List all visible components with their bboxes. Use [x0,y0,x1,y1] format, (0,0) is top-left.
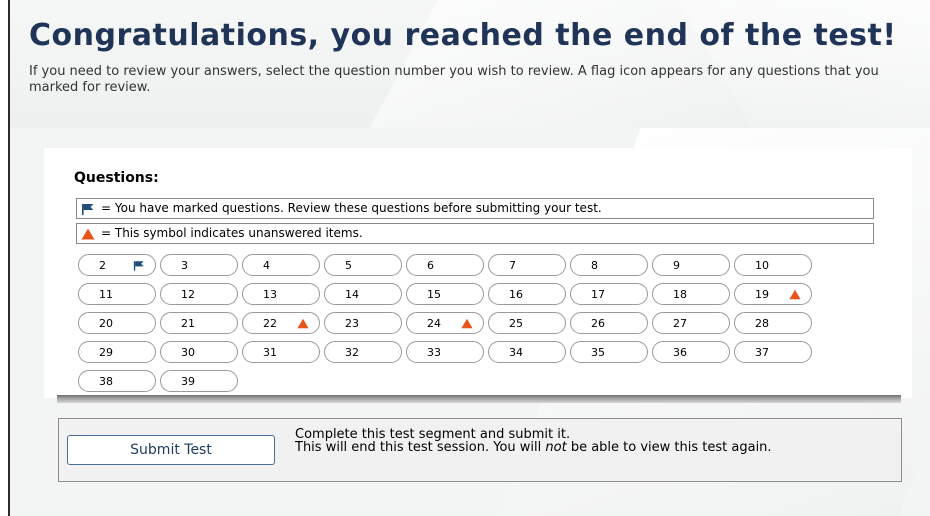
question-button-5[interactable]: 5 [324,254,402,276]
question-button-8[interactable]: 8 [570,254,648,276]
question-number: 25 [509,316,523,330]
question-button-33[interactable]: 33 [406,341,484,363]
question-button-35[interactable]: 35 [570,341,648,363]
warning-triangle-icon [81,228,95,239]
warning-triangle-icon [461,318,473,329]
question-number: 12 [181,287,195,301]
warning-triangle-icon [297,318,309,329]
question-button-39[interactable]: 39 [160,370,238,392]
question-number: 39 [181,374,195,388]
page-subtitle: If you need to review your answers, sele… [29,64,879,95]
question-number: 13 [263,287,277,301]
page-title: Congratulations, you reached the end of … [29,18,897,53]
question-number: 7 [509,258,516,272]
flag-icon [82,203,94,215]
question-number: 36 [673,345,687,359]
question-button-14[interactable]: 14 [324,283,402,305]
question-number: 17 [591,287,605,301]
question-number: 37 [755,345,769,359]
question-number: 20 [99,316,113,330]
question-button-38[interactable]: 38 [78,370,156,392]
question-number: 31 [263,345,277,359]
question-button-25[interactable]: 25 [488,312,566,334]
question-number: 24 [427,316,441,330]
section-divider [57,395,901,403]
question-number: 23 [345,316,359,330]
question-number: 26 [591,316,605,330]
submit-test-button[interactable]: Submit Test [67,435,275,465]
question-number: 11 [99,287,113,301]
question-button-37[interactable]: 37 [734,341,812,363]
question-button-6[interactable]: 6 [406,254,484,276]
question-button-20[interactable]: 20 [78,312,156,334]
question-number: 5 [345,258,352,272]
question-button-2[interactable]: 2 [78,254,156,276]
question-button-13[interactable]: 13 [242,283,320,305]
question-number: 28 [755,316,769,330]
question-number: 3 [181,258,188,272]
legend-unanswered: = This symbol indicates unanswered items… [76,223,874,244]
question-button-10[interactable]: 10 [734,254,812,276]
question-button-7[interactable]: 7 [488,254,566,276]
warning-triangle-icon [789,289,801,300]
question-button-11[interactable]: 11 [78,283,156,305]
question-number: 30 [181,345,195,359]
question-number: 16 [509,287,523,301]
question-button-3[interactable]: 3 [160,254,238,276]
question-button-17[interactable]: 17 [570,283,648,305]
legend-marked-text: = You have marked questions. Review thes… [101,201,602,215]
question-button-4[interactable]: 4 [242,254,320,276]
question-button-18[interactable]: 18 [652,283,730,305]
question-number: 8 [591,258,598,272]
question-button-29[interactable]: 29 [78,341,156,363]
question-button-30[interactable]: 30 [160,341,238,363]
question-button-15[interactable]: 15 [406,283,484,305]
questions-heading: Questions: [74,170,159,186]
question-button-23[interactable]: 23 [324,312,402,334]
question-number: 21 [181,316,195,330]
question-number: 2 [99,258,106,272]
question-number: 14 [345,287,359,301]
question-number: 34 [509,345,523,359]
question-button-22[interactable]: 22 [242,312,320,334]
question-number: 29 [99,345,113,359]
question-number: 4 [263,258,270,272]
question-number: 18 [673,287,687,301]
question-button-27[interactable]: 27 [652,312,730,334]
question-button-28[interactable]: 28 [734,312,812,334]
page-header: Congratulations, you reached the end of … [10,0,930,128]
submit-description: Complete this test segment and submit it… [295,428,875,454]
question-button-9[interactable]: 9 [652,254,730,276]
submit-section: Submit Test Complete this test segment a… [58,418,902,482]
question-button-16[interactable]: 16 [488,283,566,305]
question-button-32[interactable]: 32 [324,341,402,363]
question-button-34[interactable]: 34 [488,341,566,363]
question-number: 27 [673,316,687,330]
question-number: 6 [427,258,434,272]
question-button-36[interactable]: 36 [652,341,730,363]
question-button-12[interactable]: 12 [160,283,238,305]
legend-unanswered-text: = This symbol indicates unanswered items… [101,226,363,240]
submit-description-line2: This will end this test session. You wil… [295,440,772,455]
question-button-21[interactable]: 21 [160,312,238,334]
question-number: 32 [345,345,359,359]
question-number: 33 [427,345,441,359]
question-number: 35 [591,345,605,359]
question-number: 10 [755,258,769,272]
content-background: Questions: = You have marked questions. … [10,128,930,516]
question-number: 38 [99,374,113,388]
questions-panel: Questions: = You have marked questions. … [44,148,912,398]
flag-icon [133,261,144,271]
question-number: 15 [427,287,441,301]
question-button-31[interactable]: 31 [242,341,320,363]
question-number: 19 [755,287,769,301]
question-button-26[interactable]: 26 [570,312,648,334]
question-button-19[interactable]: 19 [734,283,812,305]
question-button-24[interactable]: 24 [406,312,484,334]
legend-marked: = You have marked questions. Review thes… [76,198,874,219]
question-number: 9 [673,258,680,272]
question-number: 22 [263,316,277,330]
